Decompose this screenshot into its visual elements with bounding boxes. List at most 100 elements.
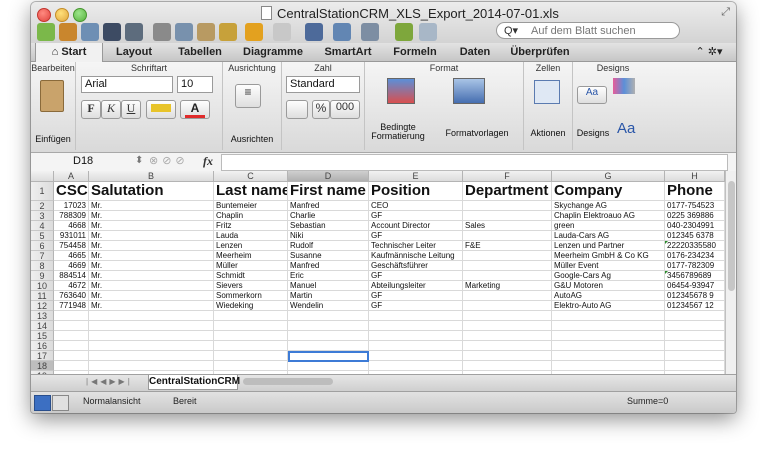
table-cell[interactable]: CEO <box>369 201 463 211</box>
table-cell[interactable]: Skychange AG <box>552 201 665 211</box>
copy-icon[interactable] <box>175 23 193 41</box>
empty-cell[interactable] <box>665 361 725 371</box>
empty-cell[interactable] <box>214 361 288 371</box>
active-cell-selection[interactable] <box>288 351 369 362</box>
table-cell[interactable]: Müller <box>214 261 288 271</box>
table-cell[interactable]: GF <box>369 291 463 301</box>
gallery-icon[interactable] <box>59 23 77 41</box>
header-cell[interactable]: Position <box>369 182 463 201</box>
table-cell[interactable]: 06454-93947 <box>665 281 725 291</box>
table-cell[interactable]: Mr. <box>89 221 214 231</box>
table-cell[interactable]: Account Director <box>369 221 463 231</box>
empty-cell[interactable] <box>369 321 463 331</box>
row-header-16[interactable]: 16 <box>31 341 54 351</box>
tab-start[interactable]: ⌂ Start <box>35 43 103 62</box>
autosum-icon[interactable] <box>305 23 323 41</box>
theme-colors-icon[interactable] <box>613 78 635 94</box>
scroll-thumb[interactable] <box>728 181 735 291</box>
font-size-select[interactable]: 10 <box>177 76 213 93</box>
header-cell[interactable]: CSCRM ID <box>54 182 89 201</box>
empty-cell[interactable] <box>369 361 463 371</box>
table-cell[interactable]: Sommerkorn <box>214 291 288 301</box>
tab-layout[interactable]: Layout <box>103 43 165 61</box>
table-cell[interactable]: Manfred <box>288 201 369 211</box>
table-cell[interactable]: Rudolf <box>288 241 369 251</box>
font-name-select[interactable]: Arial <box>81 76 173 93</box>
redo-icon[interactable] <box>273 23 291 41</box>
empty-cell[interactable] <box>288 331 369 341</box>
number-format-select[interactable]: Standard <box>286 76 360 93</box>
table-cell[interactable]: Mr. <box>89 251 214 261</box>
empty-cell[interactable] <box>552 361 665 371</box>
empty-cell[interactable] <box>552 331 665 341</box>
table-cell[interactable]: 788309 <box>54 211 89 221</box>
table-cell[interactable] <box>463 231 552 241</box>
table-cell[interactable]: Wendelin <box>288 301 369 311</box>
row-header-12[interactable]: 12 <box>31 301 54 311</box>
table-cell[interactable]: 012345 6378 <box>665 231 725 241</box>
header-cell[interactable]: Salutation <box>89 182 214 201</box>
table-cell[interactable]: Technischer Leiter <box>369 241 463 251</box>
formula-builder-icon[interactable] <box>395 23 413 41</box>
bold-button[interactable]: F <box>81 100 101 119</box>
table-cell[interactable]: Sales <box>463 221 552 231</box>
table-cell[interactable] <box>463 211 552 221</box>
table-cell[interactable]: Meerheim GmbH & Co KG <box>552 251 665 261</box>
close-button[interactable] <box>37 8 51 22</box>
vertical-scrollbar[interactable] <box>725 171 736 374</box>
row-header-13[interactable]: 13 <box>31 311 54 321</box>
table-cell[interactable]: 01234567 12 <box>665 301 725 311</box>
row-header-7[interactable]: 7 <box>31 251 54 261</box>
table-cell[interactable]: F&E <box>463 241 552 251</box>
table-cell[interactable]: Buntemeier <box>214 201 288 211</box>
table-cell[interactable]: Mr. <box>89 231 214 241</box>
table-cell[interactable]: Mr. <box>89 241 214 251</box>
empty-cell[interactable] <box>288 311 369 321</box>
table-cell[interactable]: Lauda-Cars AG <box>552 231 665 241</box>
empty-cell[interactable] <box>552 341 665 351</box>
page-layout-view-icon[interactable] <box>52 395 69 411</box>
column-header-g[interactable]: G <box>552 171 665 182</box>
tab-tabellen[interactable]: Tabellen <box>167 43 233 61</box>
table-cell[interactable]: 17023 <box>54 201 89 211</box>
table-cell[interactable]: Schmidt <box>214 271 288 281</box>
column-header-a[interactable]: A <box>54 171 89 182</box>
column-header-f[interactable]: F <box>463 171 552 182</box>
empty-cell[interactable] <box>89 351 214 361</box>
font-color-button[interactable]: A <box>180 100 210 119</box>
table-cell[interactable]: Kaufmännische Leitung <box>369 251 463 261</box>
table-cell[interactable]: 012345678 9 <box>665 291 725 301</box>
table-cell[interactable]: 4672 <box>54 281 89 291</box>
empty-cell[interactable] <box>54 351 89 361</box>
table-cell[interactable]: Mr. <box>89 291 214 301</box>
column-header-b[interactable]: B <box>89 171 214 182</box>
conditional-format-icon[interactable] <box>387 78 415 104</box>
table-cell[interactable]: Sebastian <box>288 221 369 231</box>
filter-icon[interactable] <box>361 23 379 41</box>
row-header-11[interactable]: 11 <box>31 291 54 301</box>
empty-cell[interactable] <box>214 351 288 361</box>
currency-format-icon[interactable] <box>286 100 308 119</box>
empty-cell[interactable] <box>463 311 552 321</box>
empty-cell[interactable] <box>89 361 214 371</box>
empty-cell[interactable] <box>54 341 89 351</box>
empty-cell[interactable] <box>665 351 725 361</box>
table-cell[interactable]: 22220335580 <box>665 241 725 251</box>
table-cell[interactable]: Lauda <box>214 231 288 241</box>
table-cell[interactable]: Lenzen und Partner <box>552 241 665 251</box>
empty-cell[interactable] <box>463 341 552 351</box>
empty-cell[interactable] <box>552 351 665 361</box>
header-cell[interactable]: First name <box>288 182 369 201</box>
table-cell[interactable]: 4665 <box>54 251 89 261</box>
spreadsheet-grid[interactable]: ABCDEFGH 1234567891011121314151617181920… <box>31 171 725 374</box>
table-cell[interactable]: Elektro-Auto AG <box>552 301 665 311</box>
tab-daten[interactable]: Daten <box>447 43 503 61</box>
table-cell[interactable]: Müller Event <box>552 261 665 271</box>
table-cell[interactable]: 4668 <box>54 221 89 231</box>
sheet-navigation-arrows[interactable]: |◀◀▶▶| <box>86 377 133 386</box>
empty-cell[interactable] <box>552 311 665 321</box>
ribbon-options-icon[interactable]: ⌃ ✲▾ <box>689 43 729 61</box>
table-cell[interactable]: GF <box>369 301 463 311</box>
table-cell[interactable]: Mr. <box>89 271 214 281</box>
table-cell[interactable]: Chaplin Elektroauo AG <box>552 211 665 221</box>
